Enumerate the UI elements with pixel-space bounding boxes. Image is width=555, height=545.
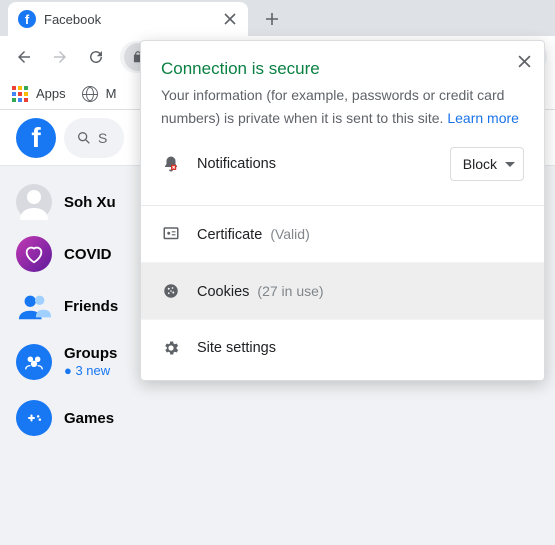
globe-icon[interactable]: [82, 86, 98, 102]
back-button[interactable]: [8, 41, 40, 73]
certificate-status: (Valid): [270, 226, 309, 242]
sidebar-label: Friends: [64, 298, 118, 315]
new-tab-button[interactable]: [258, 5, 286, 33]
apps-label[interactable]: Apps: [36, 86, 66, 101]
search-icon: [76, 130, 92, 146]
tab-strip: f Facebook: [0, 0, 555, 36]
notifications-label: Notifications: [197, 156, 434, 172]
site-info-popup: Connection is secure Your information (f…: [140, 40, 545, 381]
fb-logo[interactable]: f: [16, 118, 56, 158]
cookies-status: (27 in use): [257, 283, 323, 299]
cookies-label: Cookies: [197, 284, 249, 300]
tab-title: Facebook: [44, 12, 222, 27]
sidebar-item-games[interactable]: Games: [8, 394, 547, 442]
sidebar-label: COVID: [64, 246, 112, 263]
sidebar-label: Games: [64, 410, 114, 427]
forward-button[interactable]: [44, 41, 76, 73]
popup-close-button[interactable]: [512, 49, 536, 73]
certificate-icon: [161, 225, 181, 243]
covid-icon: [16, 236, 52, 272]
fb-search-placeholder: S: [98, 130, 107, 146]
notifications-value: Block: [463, 156, 497, 172]
tab-close-icon[interactable]: [222, 11, 238, 27]
fb-search[interactable]: S: [64, 118, 124, 158]
sidebar-label: Soh Xu: [64, 194, 116, 211]
apps-icon[interactable]: [12, 86, 28, 102]
tab-favicon: f: [18, 10, 36, 28]
groups-icon: [16, 344, 52, 380]
popup-description: Your information (for example, passwords…: [141, 85, 544, 129]
friends-icon: [16, 288, 52, 324]
avatar-icon: [16, 184, 52, 220]
certificate-label: Certificate: [197, 227, 262, 243]
groups-new-badge: ● 3 new: [64, 363, 117, 379]
popup-row-certificate[interactable]: Certificate (Valid): [141, 206, 544, 262]
gear-icon: [161, 339, 181, 357]
games-icon: [16, 400, 52, 436]
bell-icon: [161, 155, 181, 173]
popup-row-site-settings[interactable]: Site settings: [141, 320, 544, 376]
browser-tab[interactable]: f Facebook: [8, 2, 248, 36]
bookmark-label[interactable]: M: [106, 86, 117, 101]
popup-row-cookies[interactable]: Cookies (27 in use): [141, 263, 544, 319]
sidebar-label: Groups: [64, 345, 117, 363]
reload-button[interactable]: [80, 41, 112, 73]
notifications-dropdown[interactable]: Block: [450, 147, 524, 181]
cookie-icon: [161, 282, 181, 300]
site-settings-label: Site settings: [197, 340, 524, 356]
chevron-down-icon: [505, 162, 515, 167]
learn-more-link[interactable]: Learn more: [447, 108, 519, 129]
popup-row-notifications: Notifications Block: [141, 129, 544, 199]
popup-title: Connection is secure: [141, 41, 544, 85]
